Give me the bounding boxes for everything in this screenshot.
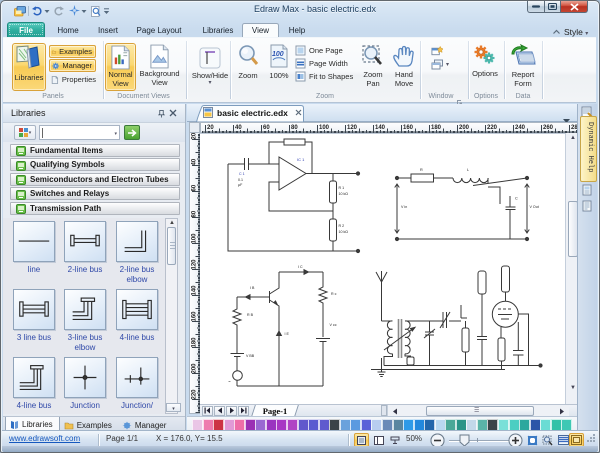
svg-text:200: 200 — [192, 363, 198, 374]
svg-text:C 1: C 1 — [239, 172, 245, 176]
svg-text:240: 240 — [515, 125, 526, 131]
svg-text:R: R — [420, 168, 423, 172]
svg-text:20: 20 — [207, 125, 214, 131]
svg-text:V cc: V cc — [330, 323, 337, 327]
svg-text:V Out: V Out — [530, 205, 539, 209]
svg-text:220: 220 — [487, 125, 498, 131]
svg-text:80: 80 — [192, 210, 198, 217]
svg-text:60: 60 — [192, 184, 198, 191]
svg-text:μF: μF — [238, 183, 243, 187]
svg-text:180: 180 — [431, 125, 442, 131]
svg-text:60: 60 — [263, 125, 270, 131]
svg-text:180: 180 — [192, 337, 198, 348]
svg-text:10 kΩ: 10 kΩ — [339, 192, 349, 196]
svg-text:10 kΩ: 10 kΩ — [339, 230, 349, 234]
svg-text:140: 140 — [375, 125, 386, 131]
svg-text:40: 40 — [192, 158, 198, 165]
svg-text:V in: V in — [401, 205, 407, 209]
svg-text:100: 100 — [319, 125, 330, 131]
svg-text:V BB: V BB — [246, 354, 255, 358]
svg-text:R 1: R 1 — [339, 186, 345, 190]
svg-text:120: 120 — [347, 125, 358, 131]
svg-text:0.1: 0.1 — [238, 178, 243, 182]
svg-text:IC 1: IC 1 — [297, 157, 305, 162]
svg-text:220: 220 — [192, 389, 198, 400]
svg-text:~: ~ — [228, 379, 231, 384]
svg-text:R B: R B — [247, 313, 254, 317]
svg-text:40: 40 — [235, 125, 242, 131]
svg-text:80: 80 — [291, 125, 298, 131]
svg-text:I E: I E — [285, 332, 290, 336]
svg-text:C: C — [515, 197, 518, 201]
svg-text:I C: I C — [298, 265, 303, 269]
svg-text:L: L — [467, 168, 469, 172]
svg-text:120: 120 — [192, 259, 198, 270]
svg-text:160: 160 — [192, 311, 198, 322]
svg-text:20: 20 — [192, 133, 198, 140]
svg-text:100: 100 — [192, 233, 198, 244]
svg-text:260: 260 — [543, 125, 554, 131]
svg-text:160: 160 — [403, 125, 414, 131]
svg-text:100: 100 — [272, 51, 284, 58]
svg-text:R c: R c — [331, 292, 337, 296]
svg-text:200: 200 — [459, 125, 470, 131]
svg-text:R 2: R 2 — [339, 224, 345, 228]
svg-text:140: 140 — [192, 285, 198, 296]
svg-text:I B: I B — [250, 286, 255, 290]
